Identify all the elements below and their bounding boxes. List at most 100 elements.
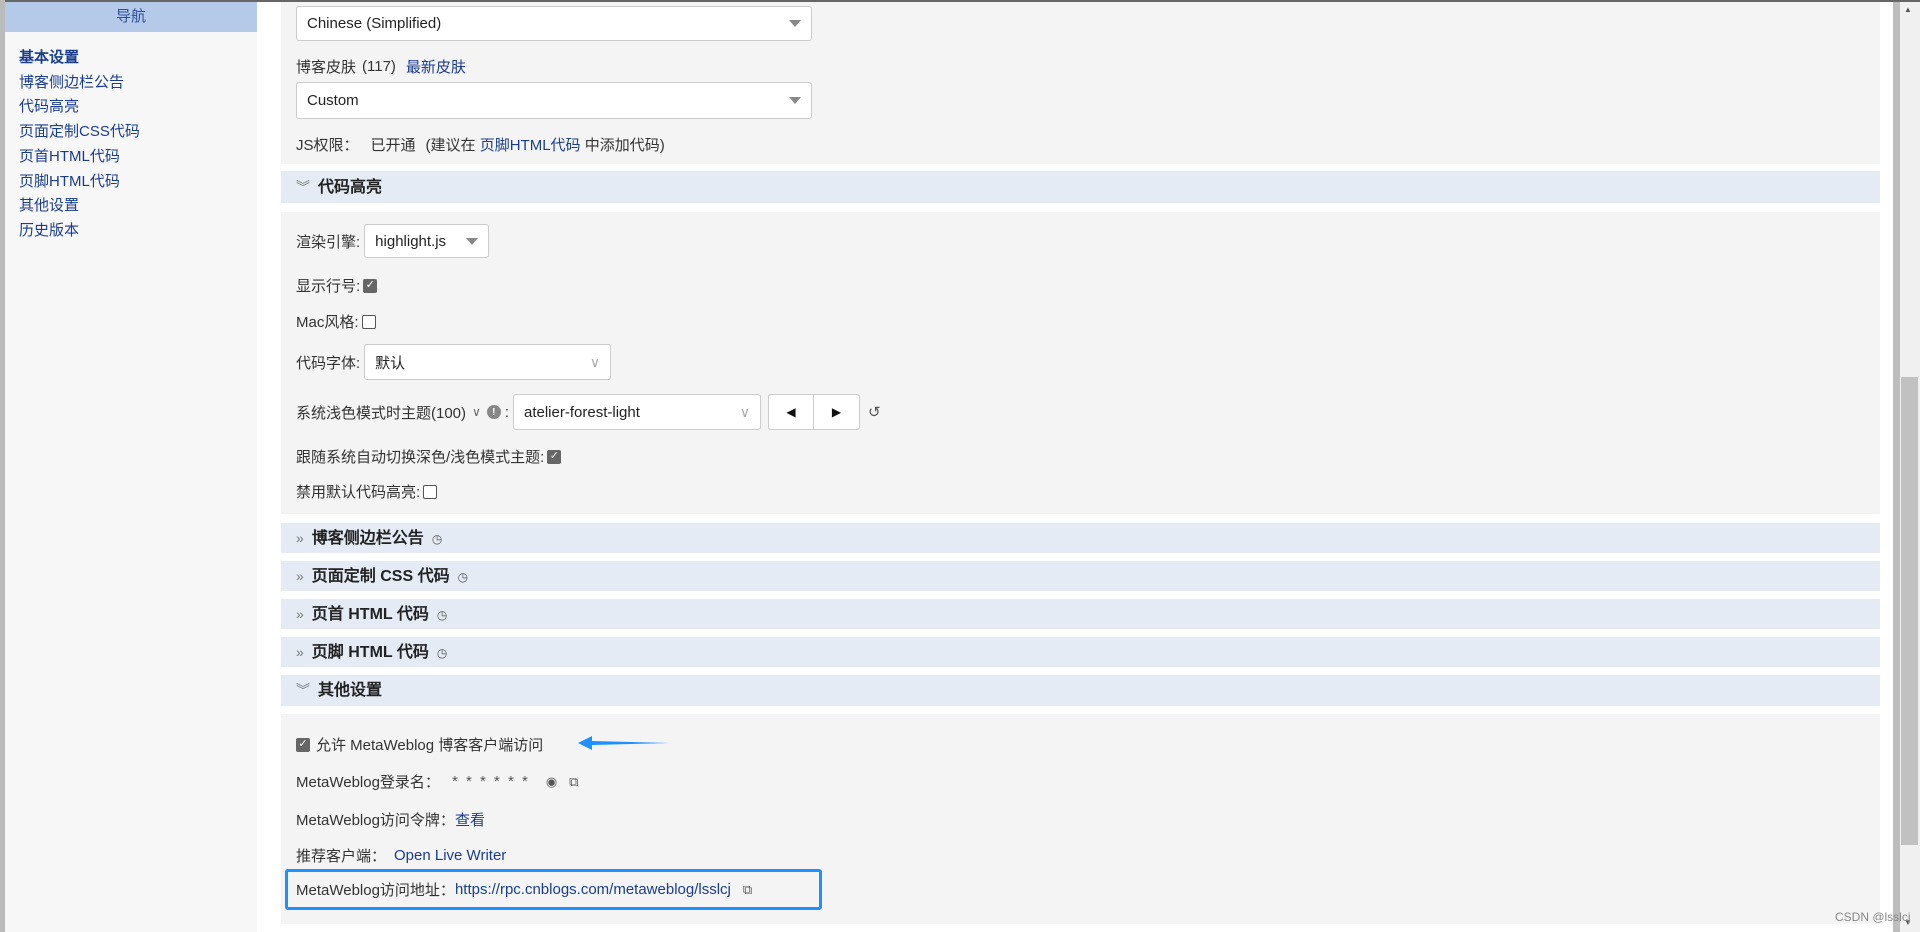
- chevron-right-icon: »: [296, 568, 304, 584]
- scroll-up-icon[interactable]: ▲: [1904, 5, 1912, 14]
- js-hint-end: 中添加代码): [584, 137, 665, 154]
- skin-count: (117): [362, 58, 396, 75]
- skin-label: 博客皮肤: [296, 59, 357, 76]
- chevron-down-icon: ︾: [296, 179, 310, 195]
- section-header-other[interactable]: ︾ 其他设置: [281, 675, 1880, 706]
- section-header-header-html[interactable]: » 页首 HTML 代码 ◷: [281, 599, 1880, 629]
- section-header-highlight[interactable]: ︾ 代码高亮: [281, 171, 1880, 203]
- nav-title: 导航: [5, 2, 257, 32]
- sidebar-nav: 导航 基本设置 博客侧边栏公告 代码高亮 页面定制CSS代码 页首HTML代码 …: [5, 2, 257, 932]
- language-select[interactable]: Chinese (Simplified): [296, 6, 812, 41]
- chevron-right-icon: »: [296, 530, 304, 546]
- watermark: CSDN @lsslcj: [1835, 910, 1911, 924]
- engine-select[interactable]: highlight.js: [364, 224, 490, 258]
- page-edge: [1893, 2, 1900, 932]
- client-row: 推荐客户端： Open Live Writer: [296, 845, 506, 866]
- reset-icon[interactable]: ↺: [868, 403, 881, 421]
- sidebar-item-header-html[interactable]: 页首HTML代码: [19, 145, 257, 170]
- auto-switch-label: 跟随系统自动切换深色/浅色模式主题:: [296, 449, 545, 466]
- address-link[interactable]: https://rpc.cnblogs.com/metaweblog/lsslc…: [455, 881, 731, 898]
- engine-label: 渲染引擎:: [296, 233, 361, 251]
- chevron-right-icon: »: [296, 644, 304, 660]
- sidebar-item-highlight[interactable]: 代码高亮: [19, 95, 257, 120]
- section-title: 博客侧边栏公告: [311, 530, 424, 547]
- mac-style-row: Mac风格:: [296, 311, 376, 332]
- footer-html-link[interactable]: 页脚HTML代码: [480, 134, 581, 155]
- sidebar-item-history[interactable]: 历史版本: [19, 219, 257, 244]
- login-name-label: MetaWeblog登录名：: [296, 774, 440, 791]
- colon: :: [504, 403, 509, 421]
- allow-metaweblog-label: 允许 MetaWeblog 博客客户端访问: [316, 737, 544, 754]
- line-numbers-checkbox[interactable]: ✓: [363, 278, 378, 293]
- engine-row: 渲染引擎: highlight.js: [296, 224, 490, 258]
- code-font-row: 代码字体: 默认 ∨: [296, 344, 612, 380]
- previous-theme-button[interactable]: ◀: [768, 394, 814, 430]
- dropdown-arrow-icon: [789, 20, 801, 27]
- sidebar-item-css[interactable]: 页面定制CSS代码: [19, 120, 257, 145]
- dropdown-arrow-icon: [789, 97, 801, 104]
- auto-switch-row: 跟随系统自动切换深色/浅色模式主题: ✓: [296, 446, 562, 467]
- scrollbar-thumb[interactable]: [1901, 377, 1918, 845]
- theme-select[interactable]: atelier-forest-light ∨: [513, 394, 761, 430]
- js-label: JS权限：: [296, 137, 359, 154]
- dropdown-arrow-icon: [466, 237, 479, 245]
- mac-style-label: Mac风格:: [296, 314, 359, 331]
- history-icon[interactable]: ◷: [432, 532, 442, 546]
- sidebar-item-basic[interactable]: 基本设置: [19, 46, 257, 71]
- open-live-writer-link[interactable]: Open Live Writer: [394, 847, 506, 864]
- copy-icon[interactable]: ⧉: [743, 882, 752, 898]
- chevron-down-icon: ∨: [739, 403, 750, 420]
- theme-label: 系统浅色模式时主题(100): [296, 404, 467, 422]
- skin-select[interactable]: Custom: [296, 82, 812, 119]
- sidebar-item-announcement[interactable]: 博客侧边栏公告: [19, 71, 257, 96]
- help-icon[interactable]: !: [486, 405, 501, 419]
- allow-metaweblog-checkbox[interactable]: ✓: [296, 737, 310, 752]
- next-theme-button[interactable]: ▶: [814, 394, 860, 430]
- history-icon[interactable]: ◷: [437, 646, 447, 660]
- theme-row: 系统浅色模式时主题(100) ∨ ! : atelier-forest-ligh…: [296, 394, 881, 430]
- client-label: 推荐客户端：: [296, 848, 387, 865]
- chevron-down-icon: ∨: [589, 353, 601, 370]
- auto-switch-checkbox[interactable]: ✓: [547, 449, 562, 464]
- mac-style-checkbox[interactable]: [361, 314, 376, 329]
- disable-highlight-checkbox[interactable]: [423, 484, 438, 499]
- token-label: MetaWeblog访问令牌：: [296, 812, 455, 829]
- section-title: 页脚 HTML 代码: [311, 644, 429, 661]
- history-icon[interactable]: ◷: [437, 608, 447, 622]
- allow-metaweblog-row: ✓ 允许 MetaWeblog 博客客户端访问: [296, 734, 543, 755]
- view-token-link[interactable]: 查看: [455, 809, 485, 830]
- chevron-down-icon[interactable]: ∨: [472, 405, 481, 419]
- eye-icon[interactable]: ◉: [546, 774, 557, 790]
- arrow-annotation-icon: [578, 736, 670, 750]
- section-title: 代码高亮: [318, 179, 383, 196]
- theme-nav-buttons: ◀ ▶: [768, 394, 860, 430]
- js-hint: (建议在: [425, 137, 476, 154]
- section-title: 其他设置: [318, 682, 383, 699]
- skin-value: Custom: [307, 92, 359, 109]
- js-permission-row: JS权限： 已开通 (建议在 页脚HTML代码 中添加代码): [296, 134, 665, 155]
- code-font-select[interactable]: 默认 ∨: [364, 344, 612, 380]
- chevron-right-icon: »: [296, 606, 304, 622]
- sidebar-item-footer-html[interactable]: 页脚HTML代码: [19, 170, 257, 195]
- skin-row: 博客皮肤 (117) 最新皮肤: [296, 56, 466, 77]
- chevron-down-icon: ︾: [296, 682, 310, 698]
- history-icon[interactable]: ◷: [458, 570, 468, 584]
- address-row-highlight: MetaWeblog访问地址： https://rpc.cnblogs.com/m…: [285, 869, 822, 910]
- line-numbers-label: 显示行号:: [296, 278, 361, 295]
- copy-icon[interactable]: ⧉: [569, 774, 578, 790]
- section-header-footer-html[interactable]: » 页脚 HTML 代码 ◷: [281, 637, 1880, 667]
- latest-skin-link[interactable]: 最新皮肤: [406, 56, 466, 77]
- sidebar-item-other[interactable]: 其他设置: [19, 194, 257, 219]
- js-status: 已开通: [370, 137, 416, 154]
- section-header-announcement[interactable]: » 博客侧边栏公告 ◷: [281, 523, 1880, 553]
- line-numbers-row: 显示行号: ✓: [296, 275, 378, 296]
- section-title: 页面定制 CSS 代码: [311, 568, 450, 585]
- login-name-row: MetaWeblog登录名： * * * * * * ◉ ⧉: [296, 771, 578, 792]
- login-name-value: * * * * * *: [451, 773, 530, 790]
- theme-value: atelier-forest-light: [524, 403, 640, 421]
- section-header-css[interactable]: » 页面定制 CSS 代码 ◷: [281, 561, 1880, 591]
- engine-value: highlight.js: [375, 232, 447, 250]
- code-font-label: 代码字体:: [296, 354, 361, 372]
- address-label: MetaWeblog访问地址：: [296, 882, 455, 899]
- code-font-value: 默认: [375, 354, 406, 372]
